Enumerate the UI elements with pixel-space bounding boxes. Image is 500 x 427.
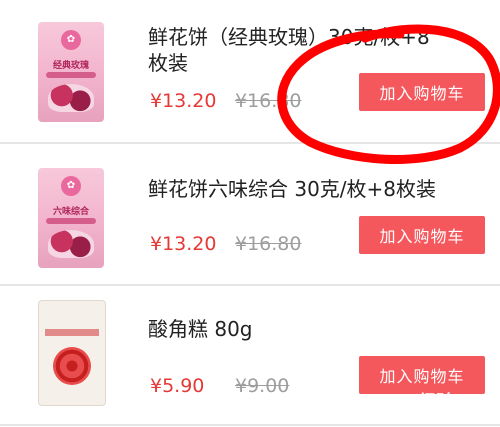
product-row[interactable]: ✿ 六味综合 鲜花饼六味综合 30克/枚+8枚装 ¥13.20 ¥16.80 加…	[0, 146, 500, 284]
product-price: ¥5.90	[150, 375, 205, 397]
flower-cake-picture	[48, 230, 94, 258]
package-emblem	[53, 347, 91, 385]
row-divider	[0, 142, 500, 144]
original-price: ¥16.80	[235, 90, 302, 112]
watermark-url: jingyan.baidu.com	[385, 410, 469, 420]
package-stripe	[46, 218, 96, 224]
product-image[interactable]	[38, 300, 106, 406]
product-row[interactable]: ✿ 经典玫瑰 鲜花饼（经典玫瑰）30克/枚+8枚装 ¥13.20 ¥16.80 …	[0, 0, 500, 142]
product-price: ¥13.20	[150, 90, 217, 112]
brand-logo-icon: ✿	[61, 176, 81, 196]
product-name[interactable]: 鲜花饼（经典玫瑰）30克/枚+8枚装	[148, 24, 448, 76]
product-list: ✿ 经典玫瑰 鲜花饼（经典玫瑰）30克/枚+8枚装 ¥13.20 ¥16.80 …	[0, 0, 500, 427]
product-image[interactable]: ✿ 六味综合	[38, 168, 104, 268]
package-stripe	[45, 329, 99, 336]
product-name[interactable]: 鲜花饼六味综合 30克/枚+8枚装	[148, 176, 488, 202]
package-label: 经典玫瑰	[52, 61, 89, 71]
brand-logo-icon: ✿	[61, 30, 81, 50]
package-stripe	[46, 72, 96, 78]
package-label: 六味综合	[52, 207, 89, 217]
add-to-cart-button[interactable]: 加入购物车	[359, 216, 485, 254]
row-divider	[0, 424, 500, 426]
flower-cake-picture	[48, 84, 94, 112]
add-to-cart-button[interactable]: 加入购物车	[359, 73, 485, 111]
product-name[interactable]: 酸角糕 80g	[148, 316, 448, 342]
original-price: ¥9.00	[235, 375, 290, 397]
product-price: ¥13.20	[150, 233, 217, 255]
original-price: ¥16.80	[235, 233, 302, 255]
product-image[interactable]: ✿ 经典玫瑰	[38, 22, 104, 122]
